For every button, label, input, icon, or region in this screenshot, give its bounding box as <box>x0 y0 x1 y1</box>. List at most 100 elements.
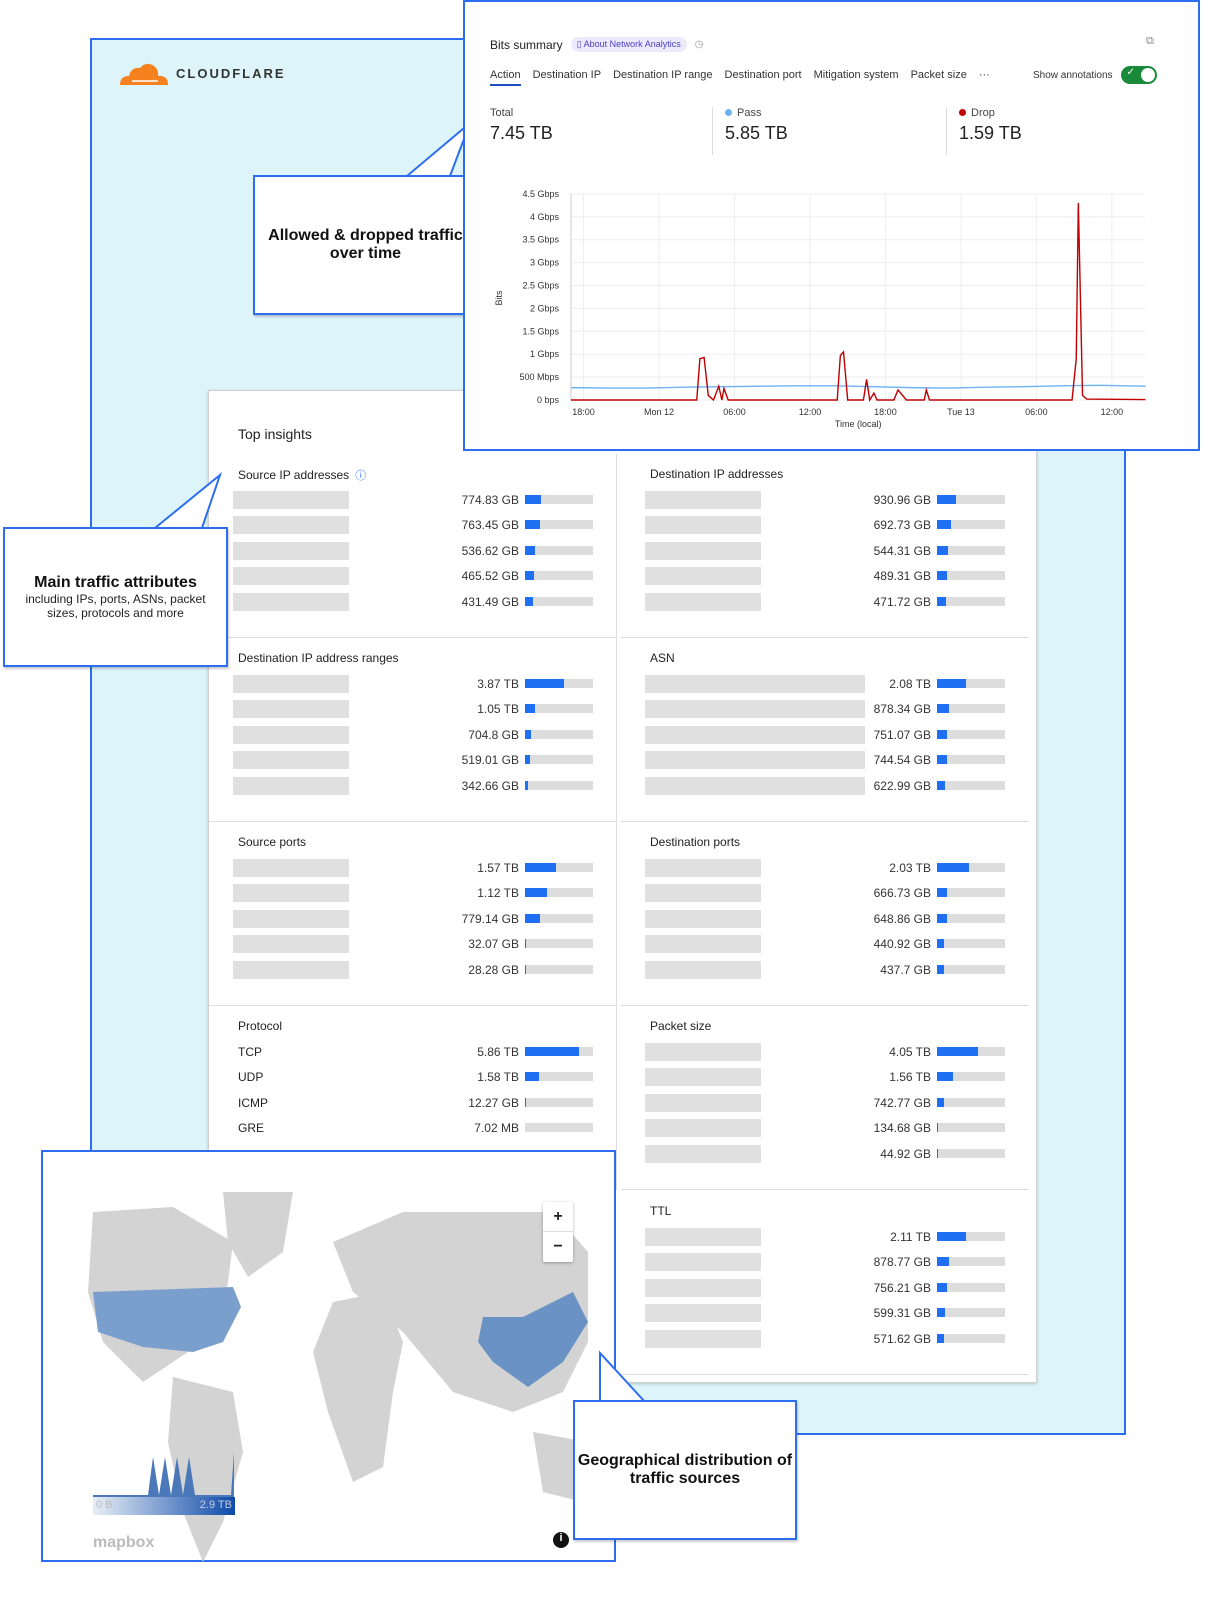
section-title: Destination ports <box>650 835 741 849</box>
callout-text: Allowed & dropped traffic over time <box>268 227 463 262</box>
list-item[interactable]: 763.45 GB <box>233 516 593 535</box>
list-item[interactable]: 742.77 GB <box>645 1093 1005 1112</box>
list-item[interactable]: 2.08 TB <box>645 675 1005 693</box>
list-item[interactable]: 648.86 GB <box>645 909 1005 928</box>
list-item[interactable]: 431.49 GB <box>233 592 593 611</box>
list-item[interactable]: 1.12 TB <box>233 884 593 903</box>
bar-fill <box>525 1047 579 1056</box>
list-item[interactable]: 3.87 TB <box>233 675 593 693</box>
bar-fill <box>525 545 536 555</box>
redacted-label <box>645 1043 761 1061</box>
bar-fill <box>937 1232 966 1241</box>
bar-fill <box>937 1097 945 1107</box>
list-item[interactable]: 471.72 GB <box>645 592 1005 611</box>
redacted-label <box>233 935 349 954</box>
section-title: Source IP addresses <box>238 468 350 482</box>
list-item[interactable]: 751.07 GB <box>645 725 1005 744</box>
list-item[interactable]: 666.73 GB <box>645 884 1005 903</box>
list-item[interactable]: 571.62 GB <box>645 1329 1005 1348</box>
row-value: 692.73 GB <box>873 518 931 533</box>
bar-track <box>937 964 1005 974</box>
section-destination-ip-address-ranges: Destination IP address ranges 3.87 TB 1.05… <box>209 638 617 822</box>
row-value: 134.68 GB <box>873 1121 931 1136</box>
redacted-label <box>233 491 349 509</box>
row-value: 878.77 GB <box>873 1255 931 1270</box>
list-item[interactable]: 437.7 GB <box>645 960 1005 979</box>
list-item[interactable]: GRE 7.02 MB <box>233 1119 593 1137</box>
bar-track <box>937 780 1005 790</box>
callout-pointer <box>154 472 223 529</box>
list-item[interactable]: 779.14 GB <box>233 909 593 928</box>
list-item[interactable]: 465.52 GB <box>233 567 593 586</box>
bar-fill <box>937 913 948 923</box>
row-value: 437.7 GB <box>880 962 931 977</box>
bar-fill <box>525 495 541 504</box>
bar-track <box>525 888 593 898</box>
redacted-label <box>645 1144 761 1163</box>
row-label: GRE <box>238 1121 265 1136</box>
info-icon[interactable]: ⓘ <box>355 467 366 483</box>
list-item[interactable]: 544.31 GB <box>645 541 1005 560</box>
list-item[interactable]: 878.77 GB <box>645 1253 1005 1272</box>
bar-fill <box>525 780 529 790</box>
list-item[interactable]: 28.28 GB <box>233 960 593 979</box>
bar-track <box>937 755 1005 765</box>
zoom-in-button[interactable]: + <box>543 1202 573 1232</box>
mapbox-attribution[interactable]: mapbox <box>93 1534 154 1552</box>
row-value: 489.31 GB <box>873 569 931 584</box>
list-item[interactable]: 2.11 TB <box>645 1228 1005 1246</box>
list-item[interactable]: 704.8 GB <box>233 725 593 744</box>
list-item[interactable]: 32.07 GB <box>233 935 593 954</box>
list-item[interactable]: 756.21 GB <box>645 1278 1005 1297</box>
list-item[interactable]: 4.05 TB <box>645 1043 1005 1061</box>
bar-track <box>525 495 593 504</box>
list-item[interactable]: 519.01 GB <box>233 751 593 770</box>
row-value: 599.31 GB <box>873 1306 931 1321</box>
list-item[interactable]: 489.31 GB <box>645 567 1005 586</box>
row-value: 779.14 GB <box>461 911 519 926</box>
list-item[interactable]: 440.92 GB <box>645 935 1005 954</box>
y-axis-label: Bits <box>494 290 504 306</box>
redacted-label <box>233 541 349 560</box>
bar-fill <box>937 520 951 530</box>
zoom-out-button[interactable]: − <box>543 1232 573 1262</box>
row-value: 2.08 TB <box>889 677 931 691</box>
list-item[interactable]: 774.83 GB <box>233 491 593 509</box>
list-item[interactable]: ICMP 12.27 GB <box>233 1094 593 1112</box>
x-tick-label: Tue 13 <box>947 407 975 417</box>
row-label: ICMP <box>238 1095 268 1110</box>
redacted-label <box>645 909 761 928</box>
list-item[interactable]: 134.68 GB <box>645 1119 1005 1138</box>
bar-fill <box>525 679 565 688</box>
list-item[interactable]: 930.96 GB <box>645 491 1005 509</box>
list-item[interactable]: 622.99 GB <box>645 776 1005 795</box>
list-item[interactable]: 1.05 TB <box>233 700 593 719</box>
bar-track <box>937 1333 1005 1343</box>
list-item[interactable]: 599.31 GB <box>645 1304 1005 1323</box>
list-item[interactable]: 44.92 GB <box>645 1144 1005 1163</box>
list-item[interactable]: UDP 1.58 TB <box>233 1068 593 1086</box>
list-item[interactable]: 878.34 GB <box>645 700 1005 719</box>
row-value: 1.12 TB <box>477 886 519 901</box>
list-item[interactable]: 342.66 GB <box>233 776 593 795</box>
list-item[interactable]: 744.54 GB <box>645 751 1005 770</box>
list-item[interactable]: 692.73 GB <box>645 516 1005 535</box>
bar-fill <box>937 939 944 949</box>
bar-fill <box>937 495 957 504</box>
row-value: 704.8 GB <box>468 727 519 742</box>
list-item[interactable]: TCP 5.86 TB <box>233 1043 593 1061</box>
info-icon[interactable]: i <box>553 1532 569 1548</box>
list-item[interactable]: 1.57 TB <box>233 859 593 877</box>
bar-track <box>525 1097 593 1107</box>
section-title: Destination IP addresses <box>650 467 784 481</box>
list-item[interactable]: 1.56 TB <box>645 1068 1005 1087</box>
bar-track <box>937 1148 1005 1158</box>
legend-histogram <box>93 1452 234 1497</box>
world-map[interactable]: + − 0 B 2.9 TB mapbox i <box>41 1150 616 1562</box>
redacted-label <box>233 776 349 795</box>
list-item[interactable]: 536.62 GB <box>233 541 593 560</box>
y-tick-label: 0 bps <box>537 395 560 405</box>
insights-title: Top insights <box>238 426 312 442</box>
list-item[interactable]: 2.03 TB <box>645 859 1005 877</box>
row-value: 742.77 GB <box>873 1095 931 1110</box>
